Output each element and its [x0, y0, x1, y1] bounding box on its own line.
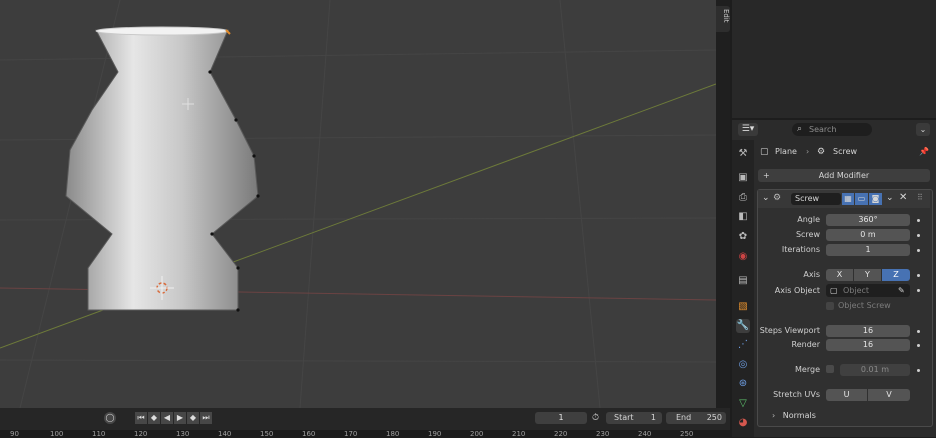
jump-start-icon[interactable]: ⏮ — [135, 412, 147, 424]
material-icon[interactable]: ◕ — [736, 416, 750, 430]
add-modifier-button[interactable]: + Add Modifier — [758, 169, 930, 182]
search-placeholder: Search — [809, 125, 837, 134]
axis-y-button[interactable]: Y — [854, 269, 881, 281]
merge-label: Merge — [795, 365, 820, 374]
end-frame-field[interactable]: End 250 — [666, 412, 726, 424]
output-icon[interactable]: ⎙ — [736, 191, 750, 205]
chevron-right-icon: › — [772, 411, 776, 420]
angle-label: Angle — [797, 215, 820, 224]
search-icon: ⌕ — [797, 124, 803, 134]
eyedropper-icon[interactable]: ✎ — [898, 284, 905, 297]
vase-rim — [95, 26, 229, 36]
steps-viewport-label: Steps Viewport — [759, 326, 820, 335]
view-layer-icon[interactable]: ◧ — [736, 210, 750, 224]
keyframe-dot-icon[interactable] — [917, 289, 920, 292]
iterations-field[interactable]: 1 — [826, 244, 910, 256]
editmode-toggle-icon[interactable]: ▦ — [842, 193, 854, 205]
prev-keyframe-icon[interactable]: ◆ — [148, 412, 160, 424]
object-screw-label: Object Screw — [838, 301, 891, 310]
particles-icon[interactable]: ⋰ — [736, 338, 750, 352]
render-label: Render — [791, 340, 820, 349]
viewport-toggle-icon[interactable]: ▭ — [855, 193, 868, 205]
iterations-label: Iterations — [781, 245, 820, 254]
viewport-scene — [0, 0, 716, 408]
merge-checkbox[interactable] — [826, 365, 834, 373]
keyframe-dot-icon[interactable] — [917, 249, 920, 252]
object-icon-small: ▢ — [760, 147, 769, 157]
physics-icon[interactable]: ◎ — [736, 358, 750, 372]
stopwatch-icon[interactable]: ⏱ — [592, 412, 599, 424]
keyframe-dot-icon[interactable] — [917, 219, 920, 222]
axis-x-button[interactable]: X — [826, 269, 853, 281]
next-keyframe-icon[interactable]: ◆ — [187, 412, 199, 424]
sidebar-tab-strip — [716, 0, 730, 408]
merge-distance-field[interactable]: 0.01 m — [840, 364, 910, 376]
stretch-v-button[interactable]: V — [868, 389, 910, 401]
vase-mesh — [65, 29, 259, 311]
play-reverse-icon[interactable]: ◀ — [161, 412, 173, 424]
angle-field[interactable]: 360° — [826, 214, 910, 226]
pin-icon[interactable]: 📌 — [919, 145, 929, 159]
modifier-dropdown-icon[interactable]: ⌄ — [886, 193, 894, 203]
keyframe-dot-icon[interactable] — [917, 234, 920, 237]
breadcrumb-object: Plane — [775, 147, 797, 156]
collection-icon[interactable]: ▤ — [736, 274, 750, 288]
jump-end-icon[interactable]: ⏭ — [200, 412, 212, 424]
tool-icon[interactable]: ⚒ — [736, 147, 750, 161]
axis-object-field[interactable]: ▢ Object ✎ — [826, 284, 910, 297]
modifier-icon-small: ⚙ — [817, 147, 826, 157]
breadcrumb-modifier: Screw — [833, 147, 858, 156]
keyframe-dot-icon[interactable] — [917, 369, 920, 372]
object-screw-checkbox[interactable] — [826, 302, 834, 310]
object-icon-small: ▢ — [830, 286, 838, 295]
scene-icon[interactable]: ✿ — [736, 230, 750, 244]
tab-edit[interactable]: Edit — [716, 6, 730, 32]
constraints-icon[interactable]: ⊛ — [736, 377, 750, 391]
screw-modifier-icon: ⚙ — [773, 193, 782, 203]
world-icon[interactable]: ◉ — [736, 250, 750, 264]
3d-viewport[interactable] — [0, 0, 716, 408]
screw-label: Screw — [795, 230, 820, 239]
search-field[interactable]: ⌕ Search — [792, 123, 872, 136]
normals-subpanel-header[interactable]: › Normals — [772, 411, 816, 421]
steps-viewport-field[interactable]: 16 — [826, 325, 910, 337]
current-frame-field[interactable]: 1 — [535, 412, 587, 424]
collapse-chevron-icon[interactable]: ⌄ — [762, 193, 770, 203]
start-frame-field[interactable]: Start 1 — [606, 412, 662, 424]
breadcrumb: ▢ Plane › ⚙ Screw 📌 — [760, 145, 930, 159]
chevron-right-icon: › — [806, 147, 810, 156]
play-icon[interactable]: ▶ — [174, 412, 186, 424]
render-steps-field[interactable]: 16 — [826, 339, 910, 351]
close-icon[interactable]: ✕ — [899, 192, 907, 203]
axis-label: Axis — [803, 270, 820, 279]
keyframe-dot-icon[interactable] — [917, 344, 920, 347]
keyframe-dot-icon[interactable] — [917, 330, 920, 333]
render-icon[interactable]: ▣ — [736, 171, 750, 185]
outliner-panel[interactable] — [732, 0, 936, 118]
screw-field[interactable]: 0 m — [826, 229, 910, 241]
render-toggle-icon[interactable]: ◙ — [869, 193, 882, 205]
stretch-uvs-label: Stretch UVs — [773, 390, 820, 399]
auto-keying-icon[interactable]: ◯ — [104, 412, 116, 424]
axis-z-button[interactable]: Z — [882, 269, 910, 281]
axis-object-label: Axis Object — [774, 286, 820, 295]
keyframe-dot-icon[interactable] — [917, 274, 920, 277]
editor-type-dropdown[interactable]: ☰▾ — [738, 123, 758, 136]
modifier-name-field[interactable]: Screw — [791, 193, 841, 205]
options-chevron-icon[interactable]: ⌄ — [916, 123, 930, 136]
modifier-wrench-icon[interactable]: 🔧 — [736, 319, 750, 333]
object-data-icon[interactable]: ▽ — [736, 397, 750, 411]
timeline-ruler[interactable]: 90 100 110 120 130 140 150 160 170 180 1… — [0, 430, 730, 438]
drag-handle-icon[interactable]: ⠿ — [917, 193, 923, 202]
stretch-u-button[interactable]: U — [826, 389, 867, 401]
object-icon[interactable]: ▧ — [736, 300, 750, 314]
